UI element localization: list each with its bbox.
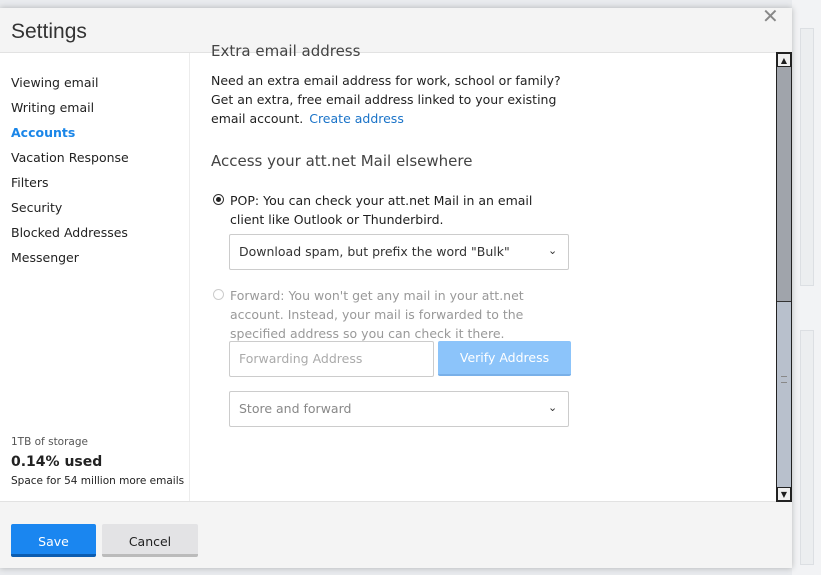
- forwarding-address-input[interactable]: Forwarding Address: [229, 341, 434, 377]
- sidebar-item-filters[interactable]: Filters: [11, 175, 186, 190]
- content-scrollbar[interactable]: ▲ ▼: [776, 52, 792, 502]
- grip-icon: [781, 376, 787, 383]
- pop-spam-select[interactable]: Download spam, but prefix the word "Bulk…: [229, 234, 569, 270]
- access-heading: Access your att.net Mail elsewhere: [211, 152, 473, 170]
- forward-radio[interactable]: [213, 289, 224, 300]
- sidebar-item-blocked-addresses[interactable]: Blocked Addresses: [11, 225, 186, 240]
- background-scrollbar[interactable]: [800, 28, 814, 286]
- background-scrollbar[interactable]: [800, 330, 814, 565]
- storage-remaining: Space for 54 million more emails: [11, 475, 185, 487]
- sidebar-item-security[interactable]: Security: [11, 200, 186, 215]
- dialog-body: Viewing email Writing email Accounts Vac…: [0, 42, 776, 502]
- forward-mode-select[interactable]: Store and forward ⌄: [229, 391, 569, 427]
- storage-total: 1TB of storage: [11, 436, 88, 448]
- scroll-down-arrow-icon[interactable]: ▼: [777, 487, 791, 501]
- sidebar-item-vacation-response[interactable]: Vacation Response: [11, 150, 186, 165]
- accounts-content: Extra email address Need an extra email …: [211, 42, 771, 501]
- scrollbar-thumb[interactable]: [777, 301, 791, 488]
- storage-used: 0.14% used: [11, 454, 103, 470]
- close-icon[interactable]: ✕: [762, 4, 782, 28]
- background-page: [792, 0, 821, 575]
- scroll-up-arrow-icon[interactable]: ▲: [777, 53, 791, 67]
- settings-dialog: Settings ✕ Viewing email Writing email A…: [0, 4, 792, 568]
- extra-email-text: Need an extra email address for work, sc…: [211, 71, 581, 128]
- cancel-button[interactable]: Cancel: [102, 524, 198, 557]
- extra-email-heading: Extra email address: [211, 42, 361, 60]
- sidebar-item-writing-email[interactable]: Writing email: [11, 100, 186, 115]
- pop-spam-value: Download spam, but prefix the word "Bulk…: [239, 244, 510, 259]
- forward-label: Forward: You won't get any mail in your …: [230, 288, 524, 341]
- chevron-down-icon: ⌄: [548, 401, 558, 414]
- pop-label: POP: You can check your att.net Mail in …: [230, 193, 533, 227]
- settings-sidebar: Viewing email Writing email Accounts Vac…: [0, 53, 190, 501]
- verify-address-button[interactable]: Verify Address: [438, 341, 571, 376]
- create-address-link[interactable]: Create address: [309, 111, 404, 126]
- sidebar-item-messenger[interactable]: Messenger: [11, 250, 186, 265]
- forward-mode-value: Store and forward: [239, 401, 352, 416]
- save-button[interactable]: Save: [11, 524, 96, 557]
- chevron-down-icon: ⌄: [548, 244, 558, 257]
- pop-radio[interactable]: [213, 194, 224, 205]
- sidebar-item-viewing-email[interactable]: Viewing email: [11, 75, 186, 90]
- sidebar-item-accounts[interactable]: Accounts: [11, 125, 186, 140]
- dialog-title: Settings: [11, 20, 87, 43]
